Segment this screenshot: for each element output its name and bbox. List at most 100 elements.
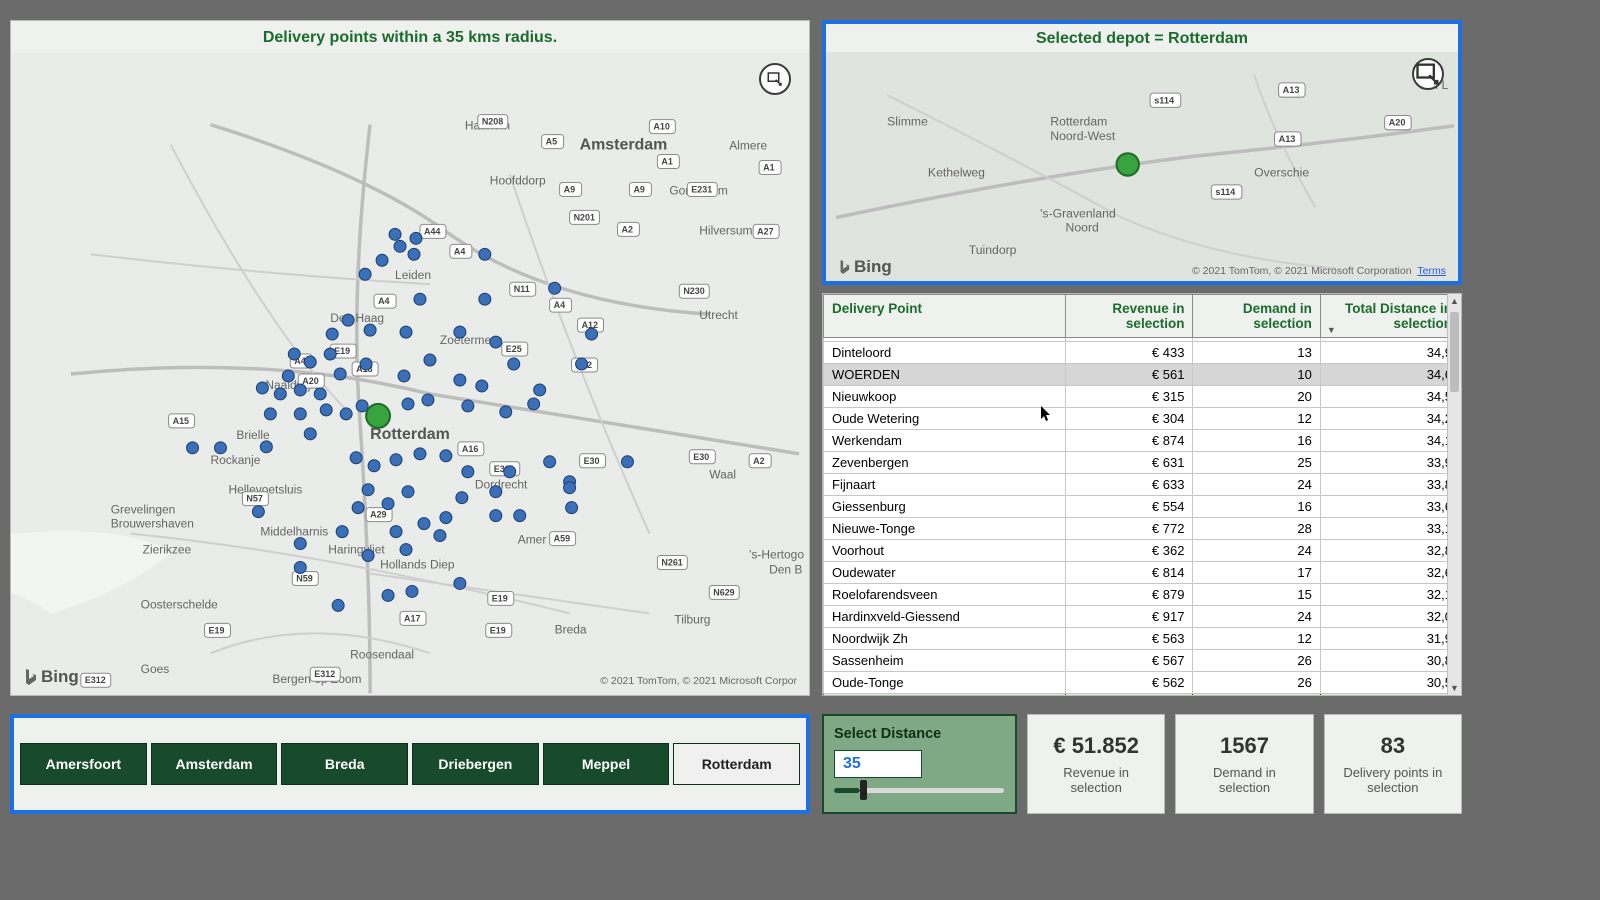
- table-row[interactable]: Noordwijk Zh€ 5631231,9: [824, 628, 1461, 650]
- table-row[interactable]: Werkendam€ 8741634,1: [824, 430, 1461, 452]
- cell-dem: 24: [1193, 540, 1320, 562]
- svg-text:Brielle: Brielle: [236, 428, 270, 442]
- svg-text:A13: A13: [1283, 85, 1300, 95]
- svg-text:Hollands Diep: Hollands Diep: [380, 558, 455, 572]
- focus-mode-icon[interactable]: [1412, 58, 1444, 90]
- cell-dist: 34,6: [1320, 364, 1460, 386]
- cell-dem: 15: [1193, 584, 1320, 606]
- table-row[interactable]: Zevenbergen€ 6312533,9: [824, 452, 1461, 474]
- cell-dem: 20: [1193, 386, 1320, 408]
- svg-text:A17: A17: [404, 613, 420, 623]
- svg-text:Breda: Breda: [555, 622, 587, 636]
- cell-dem: 13: [1193, 342, 1320, 364]
- svg-text:Rotterdam: Rotterdam: [1050, 115, 1107, 129]
- svg-text:A59: A59: [554, 534, 570, 544]
- table-row[interactable]: Oude-Tonge€ 5622630,5: [824, 672, 1461, 694]
- select-distance-card: Select Distance 35: [822, 714, 1017, 814]
- col-revenue[interactable]: Revenue in selection: [1066, 295, 1193, 338]
- svg-text:Overschie: Overschie: [1254, 166, 1309, 180]
- depot-button-rotterdam[interactable]: Rotterdam: [673, 743, 800, 785]
- cell-name: Fijnaart: [824, 474, 1066, 496]
- svg-text:Tuindorp: Tuindorp: [969, 243, 1017, 257]
- table-row[interactable]: Oudewater€ 8141732,6: [824, 562, 1461, 584]
- svg-text:A4: A4: [554, 300, 565, 310]
- table-row[interactable]: Giessenburg€ 5541633,6: [824, 496, 1461, 518]
- svg-text:'s-Gravenland: 's-Gravenland: [1040, 206, 1116, 220]
- cell-dem: 28: [1193, 518, 1320, 540]
- table-scrollbar[interactable]: ▲ ▼: [1447, 294, 1461, 695]
- table-row[interactable]: Sassenheim€ 5672630,8: [824, 650, 1461, 672]
- svg-text:A5: A5: [546, 137, 557, 147]
- table-row[interactable]: Hardinxveld-Giessend€ 9172432,0: [824, 606, 1461, 628]
- svg-text:Waal: Waal: [709, 468, 736, 482]
- delivery-points: [187, 228, 634, 611]
- scroll-down-icon[interactable]: ▼: [1448, 681, 1461, 695]
- scroll-thumb[interactable]: [1450, 312, 1459, 392]
- table-row[interactable]: Fijnaart€ 6332433,8: [824, 474, 1461, 496]
- col-delivery-point[interactable]: Delivery Point: [824, 295, 1066, 338]
- focus-mode-icon[interactable]: [759, 63, 791, 95]
- table-total-row: Total € 51.852 1567 1712,9: [824, 694, 1461, 697]
- cell-dist: 33,6: [1320, 496, 1460, 518]
- delivery-table[interactable]: Delivery Point Revenue in selection Dema…: [823, 294, 1461, 696]
- svg-text:Brouwershaven: Brouwershaven: [111, 517, 194, 531]
- table-row[interactable]: Roelofarendsveen€ 8791532,1: [824, 584, 1461, 606]
- table-row[interactable]: Voorhout€ 3622432,8: [824, 540, 1461, 562]
- svg-text:Almere: Almere: [729, 139, 767, 153]
- svg-text:'s-Hertogo: 's-Hertogo: [749, 548, 804, 562]
- delivery-table-panel: Delivery Point Revenue in selection Dema…: [822, 293, 1462, 696]
- main-map-panel: Delivery points within a 35 kms radius. …: [10, 20, 810, 696]
- depot-button-meppel[interactable]: Meppel: [543, 743, 670, 785]
- distance-value-input[interactable]: 35: [834, 750, 922, 778]
- cell-dist: 34,5: [1320, 386, 1460, 408]
- distance-slider[interactable]: [834, 788, 1004, 793]
- svg-text:A4: A4: [454, 246, 465, 256]
- cell-dem: 16: [1193, 496, 1320, 518]
- depot-button-breda[interactable]: Breda: [281, 743, 408, 785]
- cell-name: Hardinxveld-Giessend: [824, 606, 1066, 628]
- table-row[interactable]: Nieuwkoop€ 3152034,5: [824, 386, 1461, 408]
- svg-text:Amer: Amer: [518, 533, 547, 547]
- scroll-up-icon[interactable]: ▲: [1448, 294, 1461, 308]
- svg-text:E19: E19: [209, 625, 225, 635]
- svg-text:Noord: Noord: [1066, 221, 1099, 235]
- svg-text:Tilburg: Tilburg: [674, 612, 710, 626]
- svg-text:A1: A1: [763, 163, 774, 173]
- table-row[interactable]: WOERDEN€ 5611034,6: [824, 364, 1461, 386]
- svg-text:N59: N59: [296, 573, 312, 583]
- main-map-canvas[interactable]: Haarlem Amsterdam Almere Hoofddorp Hilve…: [11, 53, 809, 695]
- svg-text:A1: A1: [661, 157, 672, 167]
- main-map-title: Delivery points within a 35 kms radius.: [11, 21, 809, 53]
- cell-name: Nieuwkoop: [824, 386, 1066, 408]
- terms-link[interactable]: Terms: [1417, 265, 1446, 277]
- cell-rev: € 433: [1066, 342, 1193, 364]
- mini-map-canvas[interactable]: Rotterdam Noord-West Overschie 's-Graven…: [826, 52, 1458, 281]
- depot-button-amsterdam[interactable]: Amsterdam: [151, 743, 278, 785]
- cell-dem: 12: [1193, 628, 1320, 650]
- cell-dist: 34,9: [1320, 342, 1460, 364]
- table-row[interactable]: Dinteloord€ 4331334,9: [824, 342, 1461, 364]
- svg-text:Utrecht: Utrecht: [699, 308, 738, 322]
- cell-dem: 25: [1193, 452, 1320, 474]
- svg-text:A13: A13: [1279, 134, 1296, 144]
- depot-button-driebergen[interactable]: Driebergen: [412, 743, 539, 785]
- svg-text:A9: A9: [633, 184, 644, 194]
- table-row[interactable]: Nieuwe-Tonge€ 7722833,1: [824, 518, 1461, 540]
- table-row[interactable]: Oude Wetering€ 3041234,2: [824, 408, 1461, 430]
- svg-text:Noord-West: Noord-West: [1050, 129, 1116, 143]
- cell-dem: 16: [1193, 430, 1320, 452]
- cell-name: Zevenbergen: [824, 452, 1066, 474]
- depot-slicer: AmersfoortAmsterdamBredaDriebergenMeppel…: [10, 714, 810, 814]
- svg-text:Roosendaal: Roosendaal: [350, 647, 414, 661]
- cell-name: Dinteloord: [824, 342, 1066, 364]
- cell-dist: 32,8: [1320, 540, 1460, 562]
- svg-text:A16: A16: [462, 444, 478, 454]
- col-demand[interactable]: Demand in selection: [1193, 295, 1320, 338]
- svg-text:N57: N57: [246, 494, 262, 504]
- col-distance[interactable]: Total Distance in selection▼: [1320, 295, 1460, 338]
- cell-rev: € 554: [1066, 496, 1193, 518]
- cell-name: Voorhout: [824, 540, 1066, 562]
- svg-text:N629: N629: [713, 587, 734, 597]
- depot-button-amersfoort[interactable]: Amersfoort: [20, 743, 147, 785]
- cell-rev: € 917: [1066, 606, 1193, 628]
